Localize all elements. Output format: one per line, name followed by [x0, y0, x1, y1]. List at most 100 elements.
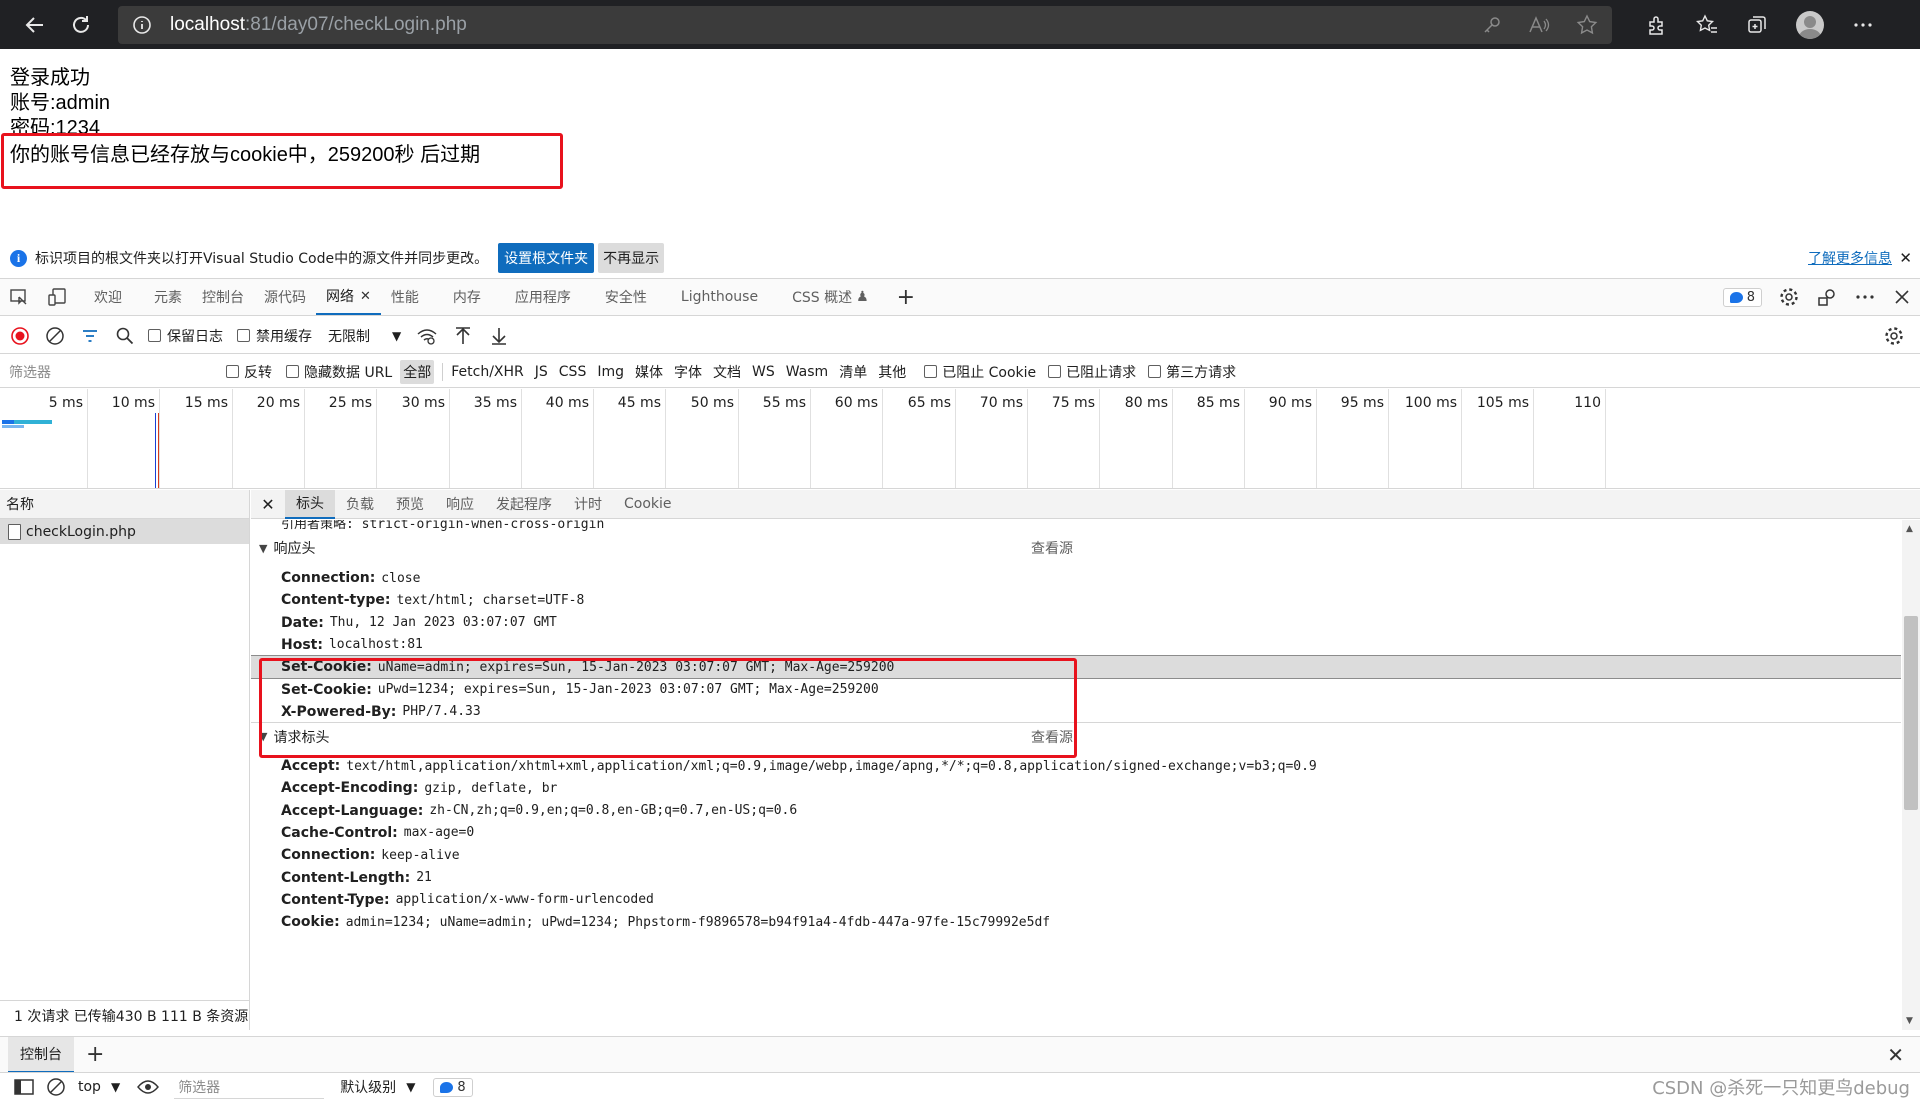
tab-memory[interactable]: 内存	[443, 279, 491, 315]
filter-type-manifest[interactable]: 清单	[839, 362, 867, 382]
learn-more-link[interactable]: 了解更多信息	[1808, 248, 1892, 268]
close-drawer-icon[interactable]: ✕	[1887, 1043, 1904, 1067]
tab-application[interactable]: 应用程序	[505, 279, 581, 315]
checkbox-box[interactable]	[237, 329, 250, 342]
checkbox-box[interactable]	[1048, 365, 1062, 378]
profile-avatar[interactable]	[1796, 10, 1824, 39]
network-settings-icon[interactable]	[1874, 319, 1914, 353]
tab-performance[interactable]: 性能	[381, 279, 429, 315]
checkbox-box[interactable]	[226, 365, 239, 378]
blocked-requests-checkbox[interactable]: 已阻止请求	[1048, 362, 1136, 382]
details-scrollbar[interactable]: ▲ ▼	[1902, 520, 1920, 1030]
tab-css-overview[interactable]: CSS 概述 ♟	[782, 279, 879, 315]
tab-response[interactable]: 响应	[435, 490, 485, 519]
checkbox-box[interactable]	[1148, 365, 1162, 378]
tab-elements[interactable]: 元素	[144, 279, 192, 315]
header-row[interactable]: Set-Cookie: uName=admin; expires=Sun, 15-…	[251, 655, 1901, 680]
filter-type-other[interactable]: 其他	[878, 362, 906, 382]
preserve-log-checkbox[interactable]: 保留日志	[148, 326, 223, 346]
inspect-element-icon[interactable]	[0, 279, 38, 315]
hide-data-urls-checkbox[interactable]: 隐藏数据 URL	[286, 362, 392, 382]
tab-cookies[interactable]: Cookie	[613, 490, 683, 519]
header-row[interactable]: Accept-Language: zh-CN,zh;q=0.9,en;q=0.8,…	[251, 799, 1901, 823]
add-favorite-icon[interactable]	[1576, 13, 1598, 36]
console-issues-badge[interactable]: 8	[433, 1077, 473, 1097]
more-options-icon[interactable]	[1854, 286, 1876, 308]
filter-type-img[interactable]: Img	[597, 364, 624, 380]
tab-security[interactable]: 安全性	[595, 279, 657, 315]
header-row[interactable]: Cookie: admin=1234; uName=admin; uPwd=123…	[251, 910, 1901, 934]
blocked-cookies-checkbox[interactable]: 已阻止 Cookie	[924, 362, 1036, 382]
drawer-tab-console[interactable]: 控制台	[8, 1036, 74, 1073]
filter-type-media[interactable]: 媒体	[635, 362, 663, 382]
record-stop-icon[interactable]	[0, 319, 40, 353]
header-row[interactable]: Content-Type: application/x-www-form-urle…	[251, 888, 1901, 912]
filter-type-font[interactable]: 字体	[674, 362, 702, 382]
filter-icon[interactable]	[70, 319, 110, 353]
header-row[interactable]: Content-Length: 21	[251, 866, 1901, 890]
export-har-icon[interactable]	[479, 319, 519, 353]
search-icon[interactable]	[110, 319, 140, 353]
scroll-thumb[interactable]	[1904, 616, 1918, 810]
filter-type-ws[interactable]: WS	[752, 364, 775, 380]
clear-console-icon[interactable]	[40, 1074, 72, 1100]
tab-console[interactable]: 控制台	[192, 279, 254, 315]
set-root-folder-button[interactable]: 设置根文件夹	[498, 243, 595, 273]
header-row[interactable]: Connection: close	[251, 566, 1901, 590]
filter-type-fetch-xhr[interactable]: Fetch/XHR	[451, 364, 524, 380]
request-headers-section[interactable]: ▼ 请求标头 查看源	[251, 722, 1901, 750]
tab-lighthouse[interactable]: Lighthouse	[671, 279, 768, 315]
header-row[interactable]: Set-Cookie: uPwd=1234; expires=Sun, 15-Ja…	[251, 678, 1901, 702]
filter-input[interactable]: 筛选器	[4, 359, 214, 385]
tab-preview[interactable]: 预览	[385, 490, 435, 519]
checkbox-box[interactable]	[924, 365, 938, 378]
import-har-icon[interactable]	[447, 319, 479, 353]
request-row[interactable]: checkLogin.php	[0, 519, 249, 544]
context-select[interactable]: top ▼	[78, 1079, 120, 1095]
favorites-icon[interactable]	[1696, 13, 1718, 36]
header-row[interactable]: Connection: keep-alive	[251, 843, 1901, 867]
filter-type-js[interactable]: JS	[535, 364, 548, 380]
filter-type-css[interactable]: CSS	[559, 364, 587, 380]
back-button[interactable]	[12, 5, 58, 45]
url-text[interactable]: localhost:81/day07/checkLogin.php	[170, 14, 1482, 36]
issues-badge[interactable]: 8	[1722, 287, 1762, 307]
settings-gear-icon[interactable]	[1778, 286, 1800, 308]
clear-icon[interactable]	[40, 319, 70, 353]
third-party-checkbox[interactable]: 第三方请求	[1148, 362, 1236, 382]
key-icon[interactable]	[1482, 15, 1502, 35]
disable-cache-checkbox[interactable]: 禁用缓存	[237, 326, 312, 346]
throttle-select[interactable]: 无限制 ▼	[328, 326, 401, 346]
filter-type-doc[interactable]: 文档	[713, 362, 741, 382]
checkbox-box[interactable]	[286, 365, 299, 378]
live-expression-eye-icon[interactable]	[132, 1074, 164, 1100]
extensions-icon[interactable]	[1646, 14, 1668, 36]
tab-network[interactable]: 网络 ✕	[316, 279, 381, 315]
request-list-header[interactable]: 名称	[0, 490, 249, 519]
scroll-up-icon[interactable]: ▲	[1906, 524, 1913, 534]
tab-headers[interactable]: 标头	[285, 489, 335, 519]
view-source-link[interactable]: 查看源	[1031, 538, 1073, 558]
close-tab-icon[interactable]: ✕	[360, 289, 371, 304]
device-emulation-icon[interactable]	[38, 279, 76, 315]
network-timeline-overview[interactable]: 5 ms 10 ms 15 ms 20 ms 25 ms 30 ms 35 ms 40 ms 4…	[0, 389, 1920, 489]
header-row[interactable]: Accept-Encoding: gzip, deflate, br	[251, 776, 1901, 800]
scroll-down-icon[interactable]: ▼	[1906, 1016, 1913, 1026]
view-source-link[interactable]: 查看源	[1031, 727, 1073, 747]
header-row[interactable]: X-Powered-By: PHP/7.4.33	[251, 700, 1901, 724]
collections-icon[interactable]	[1746, 14, 1768, 36]
tab-welcome[interactable]: 欢迎	[84, 279, 132, 315]
customize-icon[interactable]	[1816, 286, 1838, 308]
refresh-button[interactable]	[58, 5, 104, 45]
log-level-select[interactable]: 默认级别 ▼	[340, 1077, 415, 1097]
filter-type-wasm[interactable]: Wasm	[786, 364, 828, 380]
close-icon[interactable]: ✕	[1899, 249, 1912, 267]
read-aloud-icon[interactable]	[1528, 15, 1550, 35]
add-drawer-tab-icon[interactable]: +	[86, 1042, 104, 1067]
filter-type-all[interactable]: 全部	[400, 359, 435, 384]
tab-timing[interactable]: 计时	[563, 490, 613, 519]
more-menu-icon[interactable]	[1852, 14, 1874, 36]
header-row[interactable]: Accept: text/html,application/xhtml+xml,a…	[251, 754, 1901, 778]
add-tab-icon[interactable]: +	[887, 279, 925, 315]
header-row[interactable]: Cache-Control: max-age=0	[251, 821, 1901, 845]
